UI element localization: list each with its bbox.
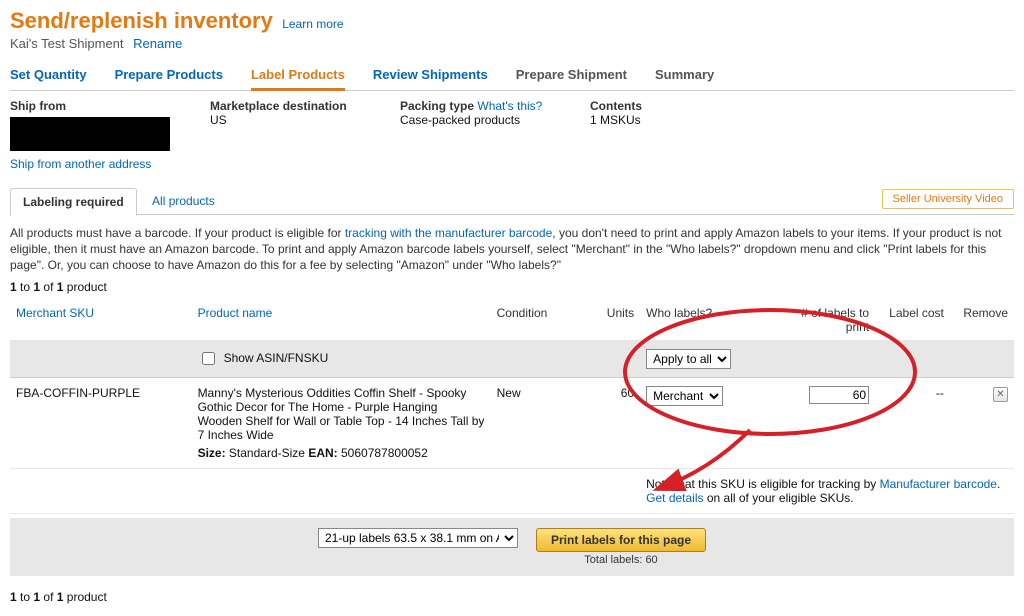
- product-count-top: 1 to 1 of 1 product: [10, 280, 1014, 294]
- packing-whats-this-link[interactable]: What's this?: [477, 99, 542, 113]
- show-asin-checkbox[interactable]: [202, 352, 215, 365]
- ship-from-another-link[interactable]: Ship from another address: [10, 157, 170, 171]
- manufacturer-barcode-note-link[interactable]: Manufacturer barcode: [880, 477, 997, 491]
- manufacturer-barcode-link[interactable]: tracking with the manufacturer barcode: [345, 226, 552, 240]
- col-remove: Remove: [950, 300, 1014, 341]
- cell-who-labels: Merchant: [640, 377, 779, 468]
- products-table: Merchant SKU Product name Condition Unit…: [10, 300, 1014, 514]
- print-block: Print labels for this page Total labels:…: [536, 528, 706, 566]
- cell-remove: ✕: [950, 377, 1014, 468]
- cell-label-cost: --: [875, 377, 950, 468]
- col-num-labels: # of labels to print: [779, 300, 875, 341]
- step-review-shipments[interactable]: Review Shipments: [373, 61, 488, 90]
- seller-university-video-button[interactable]: Seller University Video: [882, 189, 1014, 209]
- packing-col: Packing type What's this? Case-packed pr…: [400, 99, 550, 171]
- contents-label: Contents: [590, 99, 740, 113]
- step-set-quantity[interactable]: Set Quantity: [10, 61, 87, 90]
- col-product-name[interactable]: Product name: [192, 300, 491, 341]
- barcode-explanation: All products must have a barcode. If you…: [10, 225, 1014, 274]
- contents-value: 1 MSKUs: [590, 113, 740, 127]
- ship-from-label: Ship from: [10, 99, 170, 113]
- remove-button[interactable]: ✕: [993, 387, 1008, 402]
- packing-value: Case-packed products: [400, 113, 550, 127]
- col-label-cost: Label cost: [875, 300, 950, 341]
- who-labels-select[interactable]: Merchant: [646, 386, 723, 406]
- ship-from-col: Ship from Ship from another address: [10, 99, 170, 171]
- page-header: Send/replenish inventory Learn more Kai'…: [10, 8, 1014, 51]
- col-condition: Condition: [491, 300, 587, 341]
- shipment-info: Ship from Ship from another address Mark…: [10, 91, 1014, 175]
- table-controls-row: Show ASIN/FNSKU Apply to all: [10, 340, 1014, 377]
- marketplace-value: US: [210, 113, 360, 127]
- wizard-steps: Set Quantity Prepare Products Label Prod…: [10, 61, 1014, 91]
- col-who-labels: Who labels?: [640, 300, 779, 341]
- contents-col: Contents 1 MSKUs: [590, 99, 740, 171]
- get-details-link[interactable]: Get details: [646, 491, 703, 505]
- product-count-bottom: 1 to 1 of 1 product: [10, 590, 1014, 604]
- cell-units: 60: [587, 377, 640, 468]
- cell-product-name: Manny's Mysterious Oddities Coffin Shelf…: [192, 377, 491, 468]
- close-icon: ✕: [996, 389, 1004, 400]
- rename-link[interactable]: Rename: [133, 36, 182, 51]
- col-units: Units: [587, 300, 640, 341]
- eligibility-note-row: Note that this SKU is eligible for track…: [10, 468, 1014, 513]
- learn-more-link[interactable]: Learn more: [282, 17, 343, 31]
- step-prepare-shipment: Prepare Shipment: [516, 61, 627, 90]
- marketplace-col: Marketplace destination US: [210, 99, 360, 171]
- cell-condition: New: [491, 377, 587, 468]
- total-labels: Total labels: 60: [536, 554, 706, 566]
- tab-labeling-required[interactable]: Labeling required: [10, 188, 137, 216]
- shipment-name: Kai's Test Shipment: [10, 36, 124, 51]
- tab-all-products[interactable]: All products: [140, 188, 227, 214]
- num-labels-input[interactable]: [809, 386, 869, 404]
- packing-label: Packing type What's this?: [400, 99, 550, 113]
- apply-to-all-select[interactable]: Apply to all: [646, 349, 731, 369]
- cell-num-labels: [779, 377, 875, 468]
- step-label-products[interactable]: Label Products: [251, 61, 345, 91]
- page-title: Send/replenish inventory: [10, 8, 273, 34]
- table-area: Merchant SKU Product name Condition Unit…: [10, 300, 1014, 576]
- subtabs: Labeling required All products Seller Un…: [10, 187, 1014, 215]
- print-labels-button[interactable]: Print labels for this page: [536, 528, 706, 552]
- ship-from-address-redacted: [10, 117, 170, 151]
- cell-sku: FBA-COFFIN-PURPLE: [10, 377, 192, 468]
- step-summary: Summary: [655, 61, 714, 90]
- shipment-name-row: Kai's Test Shipment Rename: [10, 36, 1014, 51]
- label-size-select[interactable]: 21-up labels 63.5 x 38.1 mm on A4: [318, 528, 518, 548]
- col-merchant-sku[interactable]: Merchant SKU: [10, 300, 192, 341]
- table-row: FBA-COFFIN-PURPLE Manny's Mysterious Odd…: [10, 377, 1014, 468]
- print-footer: 21-up labels 63.5 x 38.1 mm on A4 Print …: [10, 518, 1014, 576]
- eligibility-note: Note that this SKU is eligible for track…: [640, 468, 1014, 513]
- show-asin-label[interactable]: Show ASIN/FNSKU: [198, 349, 485, 368]
- marketplace-label: Marketplace destination: [210, 99, 360, 113]
- step-prepare-products[interactable]: Prepare Products: [115, 61, 223, 90]
